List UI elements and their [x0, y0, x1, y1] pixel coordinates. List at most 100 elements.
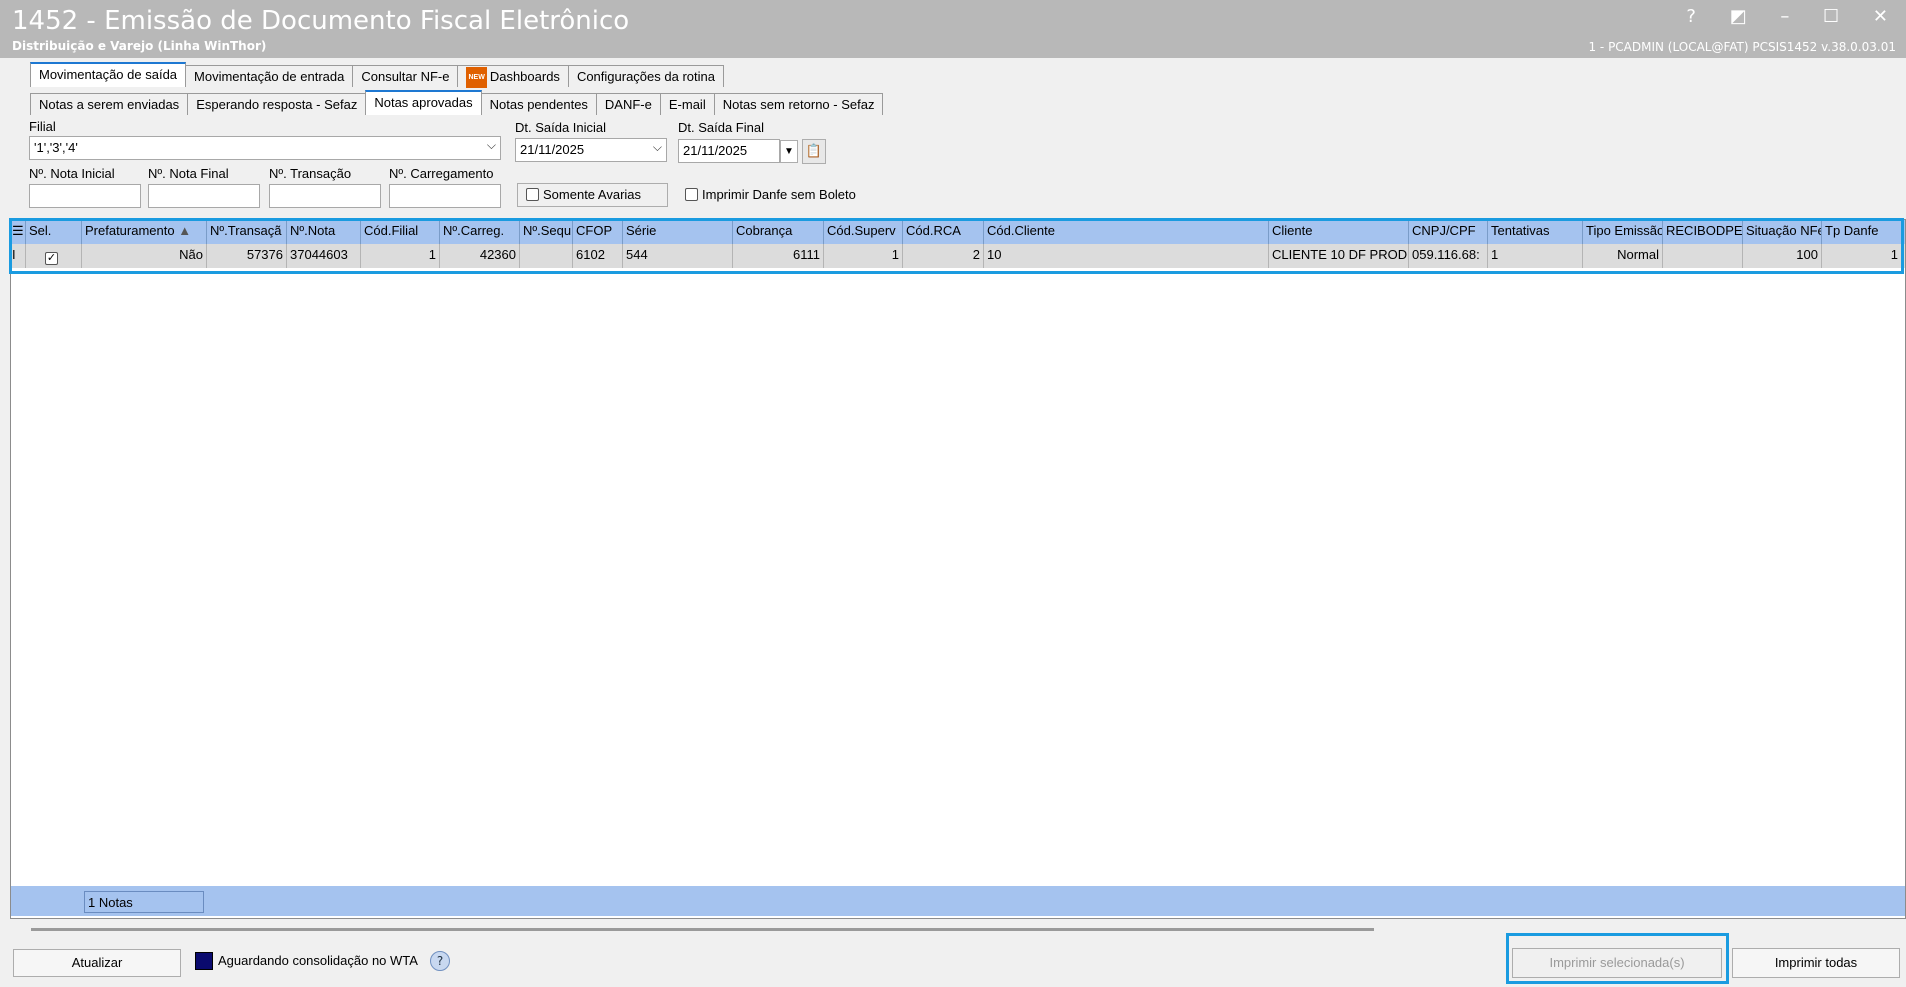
cell-filial: 1: [361, 244, 440, 268]
title-bar: 1452 - Emissão de Documento Fiscal Eletr…: [0, 0, 1906, 58]
sort-asc-icon: ▲: [178, 223, 192, 238]
tab-consultar-nfe[interactable]: Consultar NF-e: [352, 65, 459, 87]
nota-final-label: Nº. Nota Final: [148, 166, 229, 181]
nota-inicial-input[interactable]: [29, 184, 141, 208]
subtab-notas-pendentes[interactable]: Notas pendentes: [480, 93, 597, 115]
cell-cnpj: 059.116.68:: [1409, 244, 1488, 268]
cell-recibo: [1663, 244, 1743, 268]
subtab-esperando-resposta[interactable]: Esperando resposta - Sefaz: [187, 93, 367, 115]
filial-label: Filial: [29, 119, 56, 134]
new-badge-icon: NEW: [466, 67, 487, 88]
cell-rca: 2: [903, 244, 984, 268]
tab-dashboards[interactable]: NEW Dashboards: [457, 65, 569, 88]
subtab-notas-aprovadas[interactable]: Notas aprovadas: [365, 90, 482, 115]
imprimir-danfe-label: Imprimir Danfe sem Boleto: [702, 187, 856, 202]
checkbox-icon: [526, 188, 539, 201]
sub-tab-row: Notas a serem enviadas Esperando respost…: [30, 90, 884, 115]
carregamento-label: Nº. Carregamento: [389, 166, 494, 181]
subtab-danfe[interactable]: DANF-e: [595, 93, 661, 115]
filial-select[interactable]: '1','3','4' ⌵: [29, 136, 501, 160]
col-prefaturamento[interactable]: Prefaturamento ▲: [82, 220, 207, 244]
notas-grid: ☰ Sel. Prefaturamento ▲ Nº.Transaçã Nº.N…: [10, 219, 1906, 919]
col-cod-cliente[interactable]: Cód.Cliente: [984, 220, 1269, 244]
col-tentativas[interactable]: Tentativas: [1488, 220, 1583, 244]
imprimir-danfe-checkbox[interactable]: Imprimir Danfe sem Boleto: [685, 187, 856, 202]
cell-superv: 1: [824, 244, 903, 268]
col-sequ[interactable]: Nº.Sequ: [520, 220, 573, 244]
grid-footer: 1 Notas: [11, 886, 1905, 916]
col-serie[interactable]: Série: [623, 220, 733, 244]
table-row[interactable]: I ✓ Não 57376 37044603 1 42360 6102 544 …: [11, 244, 1905, 268]
chevron-down-icon: ⌵: [486, 138, 496, 152]
col-superv[interactable]: Cód.Superv: [824, 220, 903, 244]
window-controls[interactable]: ? ◩ – ☐ ✕: [1686, 6, 1902, 27]
col-situacao[interactable]: Situação NFe: [1743, 220, 1822, 244]
cell-serie: 544: [623, 244, 733, 268]
cell-tipo-emissao: Normal: [1583, 244, 1663, 268]
dt-final-field[interactable]: 21/11/2025: [678, 139, 780, 163]
main-tab-row: Movimentação de saída Movimentação de en…: [30, 62, 724, 88]
carregamento-input[interactable]: [389, 184, 501, 208]
col-cobranca[interactable]: Cobrança: [733, 220, 824, 244]
column-chooser-icon[interactable]: ☰: [11, 220, 26, 244]
cell-cfop: 6102: [573, 244, 623, 268]
checkbox-icon: [685, 188, 698, 201]
tab-movimentacao-entrada[interactable]: Movimentação de entrada: [185, 65, 354, 87]
col-carreg[interactable]: Nº.Carreg.: [440, 220, 520, 244]
cell-tentativas: 1: [1488, 244, 1583, 268]
imprimir-todas-button[interactable]: Imprimir todas: [1732, 948, 1900, 978]
tab-dashboards-label: Dashboards: [489, 69, 560, 84]
subtab-notas-serem-enviadas[interactable]: Notas a serem enviadas: [30, 93, 189, 115]
somente-avarias-checkbox[interactable]: Somente Avarias: [517, 183, 668, 207]
tab-movimentacao-saida[interactable]: Movimentação de saída: [30, 62, 187, 87]
col-cfop[interactable]: CFOP: [573, 220, 623, 244]
col-prefaturamento-label: Prefaturamento: [85, 223, 175, 238]
row-select-checkbox[interactable]: ✓: [26, 244, 82, 268]
calendar-icon[interactable]: 📋: [802, 139, 826, 164]
row-indicator-icon: I: [11, 244, 26, 268]
dt-final-label: Dt. Saída Final: [678, 120, 764, 135]
dt-inicial-field[interactable]: 21/11/2025 ⌵: [515, 138, 667, 162]
atualizar-button[interactable]: Atualizar: [13, 949, 181, 977]
col-recibo[interactable]: RECIBODPEC: [1663, 220, 1743, 244]
dt-final-value: 21/11/2025: [683, 143, 748, 158]
cell-prefaturamento: Não: [82, 244, 207, 268]
col-tp-danfe[interactable]: Tp Danfe: [1822, 220, 1902, 244]
window-subtitle: Distribuição e Varejo (Linha WinThor): [12, 39, 267, 53]
col-sel[interactable]: Sel.: [26, 220, 82, 244]
help-icon[interactable]: ?: [430, 951, 450, 971]
nota-final-input[interactable]: [148, 184, 260, 208]
col-rca[interactable]: Cód.RCA: [903, 220, 984, 244]
tab-configuracoes[interactable]: Configurações da rotina: [567, 65, 724, 87]
cell-tp-danfe: 1: [1822, 244, 1902, 268]
cell-cliente: CLIENTE 10 DF PROD.: [1269, 244, 1409, 268]
filial-value: '1','3','4': [34, 140, 78, 155]
col-transacao[interactable]: Nº.Transaçã: [207, 220, 287, 244]
user-info: 1 - PCADMIN (LOCAL@FAT) PCSIS1452 v.38.0…: [1588, 40, 1896, 54]
nota-inicial-label: Nº. Nota Inicial: [29, 166, 115, 181]
subtab-notas-sem-retorno[interactable]: Notas sem retorno - Sefaz: [713, 93, 884, 115]
subtab-email[interactable]: E-mail: [659, 93, 715, 115]
col-filial[interactable]: Cód.Filial: [361, 220, 440, 244]
dt-inicial-label: Dt. Saída Inicial: [515, 120, 607, 135]
checkbox-checked-icon: ✓: [45, 252, 58, 265]
col-cliente[interactable]: Cliente: [1269, 220, 1409, 244]
horizontal-scrollbar[interactable]: [31, 928, 1374, 931]
cell-transacao: 57376: [207, 244, 287, 268]
legend-square-icon: [195, 952, 213, 970]
date-dropdown-button[interactable]: ▼: [780, 140, 798, 163]
transacao-label: Nº. Transação: [269, 166, 352, 181]
dt-inicial-value: 21/11/2025: [520, 142, 585, 157]
imprimir-selecionadas-button[interactable]: Imprimir selecionada(s): [1512, 948, 1722, 978]
col-cnpj[interactable]: CNPJ/CPF: [1409, 220, 1488, 244]
cell-cobranca: 6111: [733, 244, 824, 268]
transacao-input[interactable]: [269, 184, 381, 208]
cell-nota: 37044603: [287, 244, 361, 268]
cell-situacao: 100: [1743, 244, 1822, 268]
grid-footer-count: 1 Notas: [84, 891, 204, 913]
col-nota[interactable]: Nº.Nota: [287, 220, 361, 244]
window-title: 1452 - Emissão de Documento Fiscal Eletr…: [12, 6, 630, 36]
grid-header: ☰ Sel. Prefaturamento ▲ Nº.Transaçã Nº.N…: [11, 220, 1905, 244]
cell-carreg: 42360: [440, 244, 520, 268]
col-tipo-emissao[interactable]: Tipo Emissão: [1583, 220, 1663, 244]
